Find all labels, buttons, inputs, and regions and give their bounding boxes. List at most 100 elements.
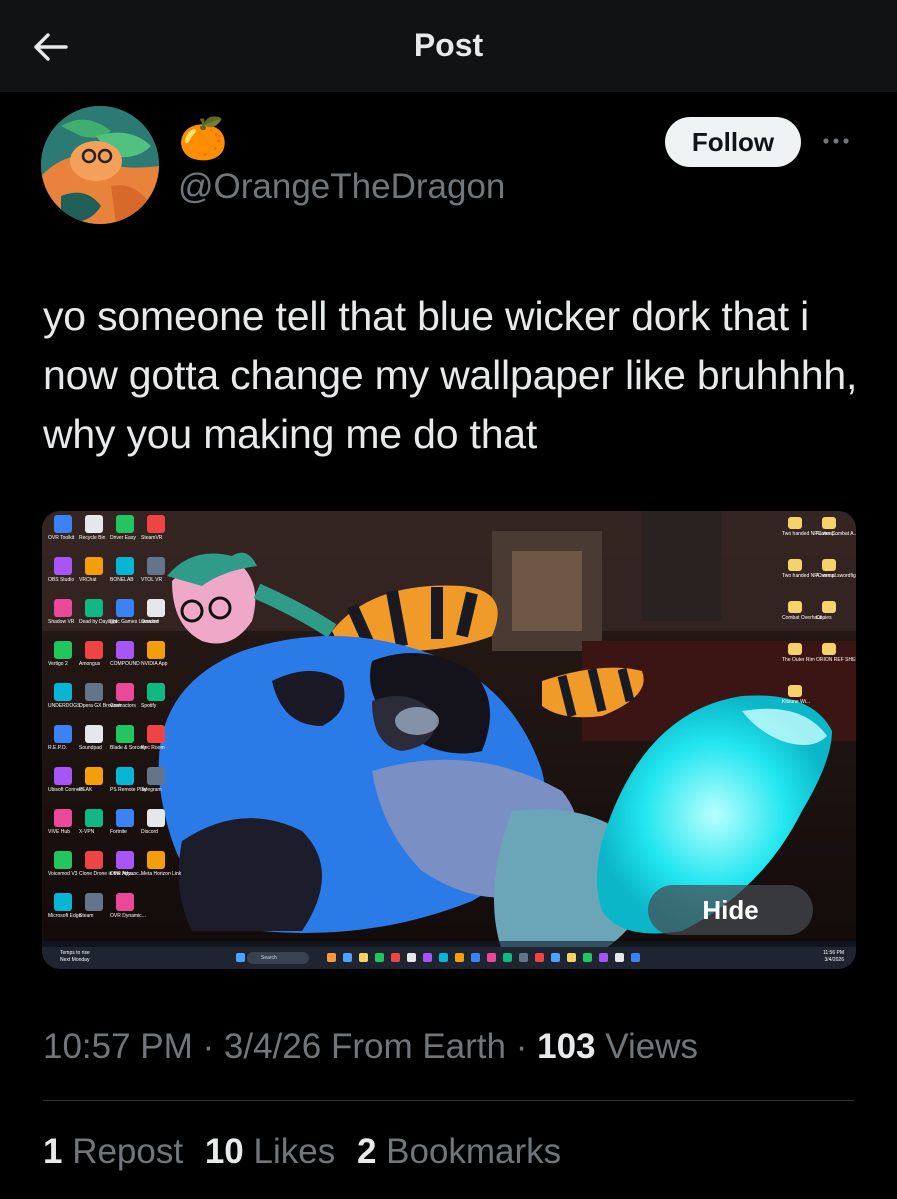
desktop-icon[interactable] bbox=[147, 515, 165, 533]
desktop-icon[interactable] bbox=[54, 557, 72, 575]
taskbar-weather[interactable]: Temps to rise Next Monday bbox=[60, 950, 90, 964]
desktop-icon[interactable] bbox=[85, 851, 103, 869]
desktop-icon-label: Vertigo 2 bbox=[48, 661, 68, 667]
post-media[interactable]: OVR Toolkit Recycle Bin Driver Easy SteamVR… bbox=[42, 511, 856, 969]
taskbar-app-icon[interactable] bbox=[455, 953, 464, 962]
desktop-icon[interactable] bbox=[147, 767, 165, 785]
taskbar-app-icon[interactable] bbox=[439, 953, 448, 962]
desktop-icon[interactable] bbox=[85, 599, 103, 617]
desktop-icon[interactable] bbox=[116, 515, 134, 533]
desktop-icon[interactable] bbox=[147, 851, 165, 869]
hide-media-button[interactable]: Hide bbox=[648, 885, 813, 935]
desktop-icon[interactable] bbox=[54, 515, 72, 533]
desktop-icon[interactable] bbox=[147, 809, 165, 827]
desktop-icon[interactable] bbox=[54, 893, 72, 911]
desktop-icon[interactable] bbox=[147, 725, 165, 743]
desktop-icon[interactable] bbox=[116, 599, 134, 617]
more-horizontal-icon[interactable] bbox=[818, 126, 854, 156]
taskbar-app-icon[interactable] bbox=[631, 953, 640, 962]
desktop-icon[interactable] bbox=[116, 767, 134, 785]
taskbar-app-icon[interactable] bbox=[583, 953, 592, 962]
weather-line-1: Temps to rise bbox=[60, 950, 90, 956]
desktop-icon-label: Kitsune Wi... bbox=[782, 699, 811, 705]
taskbar: Temps to rise Next Monday Search 11:56 P… bbox=[42, 947, 856, 969]
likes-label: Likes bbox=[243, 1132, 336, 1171]
desktop-icon[interactable] bbox=[116, 557, 134, 575]
desktop-icon-label: Spotify bbox=[141, 703, 157, 709]
clock-time: 11:56 PM bbox=[822, 950, 844, 956]
windows-start-icon[interactable] bbox=[236, 953, 245, 962]
taskbar-app-icon[interactable] bbox=[407, 953, 416, 962]
desktop-icon-label: Meta Horizon Link bbox=[141, 871, 182, 877]
desktop-icon[interactable] bbox=[147, 683, 165, 701]
desktop-icon[interactable] bbox=[54, 725, 72, 743]
desktop-icon[interactable] bbox=[54, 641, 72, 659]
desktop-icon[interactable] bbox=[54, 809, 72, 827]
bookmarks-label: Bookmarks bbox=[376, 1132, 562, 1171]
desktop-icon[interactable] bbox=[54, 851, 72, 869]
taskbar-app-icon[interactable] bbox=[567, 953, 576, 962]
post-time[interactable]: 10:57 PM bbox=[43, 1027, 193, 1066]
taskbar-app-icon[interactable] bbox=[391, 953, 400, 962]
post-stats: 1 Repost 10 Likes 2 Bookmarks bbox=[43, 1132, 573, 1172]
desktop-icon[interactable] bbox=[85, 767, 103, 785]
desktop-icon[interactable] bbox=[85, 515, 103, 533]
display-name[interactable]: 🍊 bbox=[178, 117, 228, 161]
folder-icon[interactable] bbox=[788, 517, 802, 529]
taskbar-app-icon[interactable] bbox=[327, 953, 336, 962]
desktop-icon-label: VIVE Hub bbox=[48, 829, 70, 835]
taskbar-clock[interactable]: 11:56 PM 3/4/2026 bbox=[823, 950, 844, 964]
folder-icon[interactable] bbox=[788, 559, 802, 571]
desktop-icon[interactable] bbox=[85, 809, 103, 827]
desktop-icon[interactable] bbox=[85, 683, 103, 701]
taskbar-app-icon[interactable] bbox=[487, 953, 496, 962]
taskbar-app-icon[interactable] bbox=[535, 953, 544, 962]
user-handle[interactable]: @OrangeTheDragon bbox=[178, 167, 505, 207]
reposts-stat[interactable]: 1 Repost bbox=[43, 1132, 183, 1171]
desktop-icon[interactable] bbox=[116, 725, 134, 743]
taskbar-app-icon[interactable] bbox=[551, 953, 560, 962]
desktop-icon[interactable] bbox=[116, 893, 134, 911]
desktop-icon[interactable] bbox=[54, 767, 72, 785]
desktop-icon[interactable] bbox=[85, 893, 103, 911]
desktop-icon-label: Steam bbox=[79, 913, 94, 919]
taskbar-app-icon[interactable] bbox=[519, 953, 528, 962]
folder-icon[interactable] bbox=[822, 517, 836, 529]
taskbar-app-icon[interactable] bbox=[503, 953, 512, 962]
taskbar-app-icon[interactable] bbox=[359, 953, 368, 962]
taskbar-app-icon[interactable] bbox=[615, 953, 624, 962]
views-label: Views bbox=[595, 1027, 698, 1066]
desktop-icon[interactable] bbox=[116, 851, 134, 869]
desktop-icon[interactable] bbox=[85, 641, 103, 659]
desktop-icon[interactable] bbox=[116, 641, 134, 659]
folder-icon[interactable] bbox=[822, 643, 836, 655]
folder-icon[interactable] bbox=[788, 685, 802, 697]
taskbar-app-icon[interactable] bbox=[343, 953, 352, 962]
folder-icon[interactable] bbox=[822, 559, 836, 571]
desktop-icon[interactable] bbox=[116, 683, 134, 701]
folder-icon[interactable] bbox=[788, 601, 802, 613]
taskbar-app-icon[interactable] bbox=[471, 953, 480, 962]
desktop-icon[interactable] bbox=[54, 683, 72, 701]
bookmarks-stat[interactable]: 2 Bookmarks bbox=[357, 1132, 561, 1171]
desktop-icon[interactable] bbox=[116, 809, 134, 827]
desktop-icon[interactable] bbox=[54, 599, 72, 617]
avatar[interactable] bbox=[41, 106, 159, 224]
folder-icon[interactable] bbox=[788, 643, 802, 655]
taskbar-app-icon[interactable] bbox=[423, 953, 432, 962]
desktop-icon[interactable] bbox=[85, 557, 103, 575]
taskbar-search[interactable]: Search bbox=[247, 952, 309, 964]
taskbar-app-icon[interactable] bbox=[375, 953, 384, 962]
desktop-icon[interactable] bbox=[147, 599, 165, 617]
taskbar-app-icon[interactable] bbox=[599, 953, 608, 962]
desktop-icon-label: Recycle Bin bbox=[79, 535, 106, 541]
post-date[interactable]: 3/4/26 bbox=[224, 1027, 321, 1066]
desktop-icon[interactable] bbox=[147, 641, 165, 659]
folder-icon[interactable] bbox=[822, 601, 836, 613]
follow-button[interactable]: Follow bbox=[665, 117, 801, 167]
desktop-icon-label: COMPOUND bbox=[110, 661, 140, 667]
likes-stat[interactable]: 10 Likes bbox=[205, 1132, 335, 1171]
reposts-label: Repost bbox=[62, 1132, 184, 1171]
desktop-icon[interactable] bbox=[147, 557, 165, 575]
desktop-icon[interactable] bbox=[85, 725, 103, 743]
